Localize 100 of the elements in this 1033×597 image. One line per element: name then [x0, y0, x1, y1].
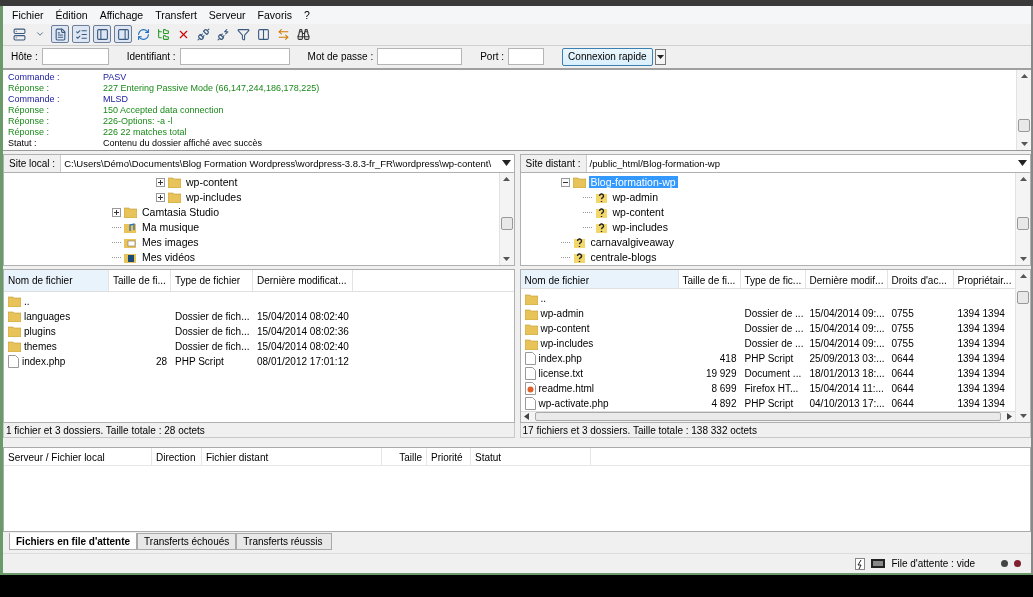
file-name[interactable]: readme.html — [538, 383, 595, 395]
input-field[interactable] — [508, 48, 545, 66]
scroll-up-icon[interactable] — [1019, 272, 1027, 279]
tab[interactable]: Transferts échoués — [137, 533, 237, 550]
file-name[interactable]: plugins — [24, 325, 56, 337]
menu-item[interactable]: Favoris — [252, 9, 298, 21]
scroll-up-icon[interactable] — [503, 175, 510, 182]
scroll-thumb[interactable] — [500, 216, 513, 230]
table-cell: 0644 — [891, 368, 914, 380]
music-folder-icon — [124, 220, 137, 234]
menu-item[interactable]: Affichage — [94, 9, 149, 21]
column-header[interactable]: Nom de fichier — [520, 269, 679, 289]
column-header[interactable]: Statut — [471, 448, 591, 466]
tree-item[interactable]: Ma musique — [140, 221, 202, 234]
column-header[interactable]: Nom de fichier — [4, 269, 109, 291]
table-cell: 18/01/2013 18:... — [809, 368, 885, 380]
file-name[interactable]: index.php — [22, 355, 66, 367]
file-name[interactable]: languages — [24, 310, 71, 322]
tree-item[interactable]: Mes images — [140, 236, 201, 249]
tree-item[interactable]: centrale-blogs — [588, 251, 659, 264]
table-cell: 1394 1394 — [957, 338, 1005, 350]
scroll-thumb[interactable] — [1018, 119, 1030, 133]
folder-icon — [124, 206, 137, 219]
menu-item[interactable]: Fichier — [7, 9, 49, 21]
file-name[interactable]: .. — [24, 295, 30, 307]
scroll-thumb[interactable] — [1017, 216, 1029, 230]
path-field[interactable]: /public_html/Blog-formation-wp — [586, 154, 1030, 172]
menu-item[interactable]: Édition — [50, 9, 93, 21]
menu-item[interactable]: Transfert — [150, 9, 202, 21]
file-name[interactable]: themes — [24, 340, 57, 352]
scrollbar[interactable] — [498, 172, 514, 265]
dropdown-arrow-icon[interactable] — [1018, 160, 1027, 167]
expand-icon[interactable] — [112, 207, 121, 217]
table-cell: Dossier de ... — [744, 338, 804, 350]
tree-item[interactable]: carnavalgiveaway — [588, 236, 676, 249]
server-icon — [13, 27, 26, 41]
scroll-left-icon[interactable] — [523, 413, 529, 421]
tree-item[interactable]: wp-includes — [610, 221, 670, 234]
tree-item[interactable]: wp-content — [184, 176, 240, 189]
toolbar-button[interactable] — [72, 25, 90, 44]
expand-icon[interactable] — [156, 177, 165, 187]
dropdown-button[interactable] — [654, 48, 666, 65]
tree-item[interactable]: Mes vidéos — [140, 251, 198, 264]
folder-icon — [8, 310, 21, 323]
table-cell: 25/09/2013 03:... — [809, 353, 885, 365]
input-field[interactable] — [179, 48, 290, 66]
input-field[interactable] — [41, 48, 109, 66]
column-header[interactable]: Taille — [382, 448, 427, 466]
table-cell: Firefox HT... — [744, 383, 799, 395]
column-header[interactable]: Direction — [152, 448, 202, 466]
toolbar-button[interactable] — [11, 25, 28, 44]
table-cell: 8 699 — [711, 383, 737, 395]
toolbar-button[interactable] — [51, 25, 69, 44]
file-name[interactable]: wp-admin — [540, 308, 584, 320]
path-field[interactable]: C:\Users\Démo\Documents\Blog Formation Wordpress\wordpress-3.8.3-fr_FR\wordpress\wp-content\ — [61, 154, 514, 172]
table-cell: PHP Script — [744, 353, 794, 365]
file-name[interactable]: wp-activate.php — [538, 398, 609, 410]
quickconnect-button[interactable]: Connexion rapide — [562, 47, 653, 66]
expand-icon[interactable] — [156, 192, 165, 202]
folder-icon — [168, 176, 181, 189]
file-name[interactable]: license.txt — [538, 368, 583, 380]
column-header[interactable]: Fichier distant — [202, 448, 382, 466]
folder-icon — [8, 340, 21, 353]
tree-item[interactable]: wp-admin — [610, 191, 661, 204]
file-name[interactable]: wp-content — [540, 323, 590, 335]
tree-item[interactable]: wp-includes — [184, 191, 244, 204]
scroll-down-icon[interactable] — [503, 255, 510, 262]
file-name[interactable]: index.php — [538, 353, 582, 365]
scrollbar[interactable] — [1015, 269, 1030, 422]
log-message: 150 Accepted data connection — [103, 104, 224, 116]
file-name[interactable]: .. — [540, 293, 547, 305]
scroll-thumb[interactable] — [1017, 291, 1029, 304]
scroll-down-icon[interactable] — [1020, 140, 1028, 147]
table-cell: 0755 — [891, 338, 914, 350]
tree-item[interactable]: Camtasia Studio — [140, 206, 222, 219]
scroll-down-icon[interactable] — [1019, 255, 1027, 262]
file-name[interactable]: wp-includes — [540, 338, 594, 350]
log-label: Réponse : — [8, 104, 51, 116]
speed-limit-icon[interactable] — [855, 557, 866, 570]
input-field[interactable] — [377, 48, 463, 66]
toolbar-button[interactable] — [93, 25, 111, 44]
column-header[interactable]: Priorité — [427, 448, 471, 466]
scrollbar[interactable] — [1016, 69, 1031, 150]
column-header[interactable]: Serveur / Fichier local — [4, 448, 152, 466]
collapse-icon[interactable] — [560, 177, 570, 187]
toolbar-button[interactable] — [114, 25, 132, 44]
table-cell: 1394 1394 — [957, 323, 1005, 335]
dropdown-arrow-icon[interactable] — [501, 160, 511, 167]
menu-item[interactable]: Serveur — [203, 9, 251, 21]
question-folder-icon — [594, 205, 608, 219]
tree-item[interactable]: wp-content — [610, 206, 666, 219]
scroll-right-icon[interactable] — [1007, 413, 1012, 421]
tab[interactable]: Fichiers en file d'attente — [9, 533, 138, 550]
scrollbar[interactable] — [1015, 172, 1030, 265]
tab[interactable]: Transferts réussis — [236, 533, 333, 550]
scroll-up-icon[interactable] — [1020, 72, 1028, 79]
caret-icon — [656, 54, 664, 59]
scroll-down-icon[interactable] — [1019, 412, 1027, 419]
menu-item[interactable]: ? — [299, 9, 315, 21]
scroll-up-icon[interactable] — [1019, 175, 1027, 182]
